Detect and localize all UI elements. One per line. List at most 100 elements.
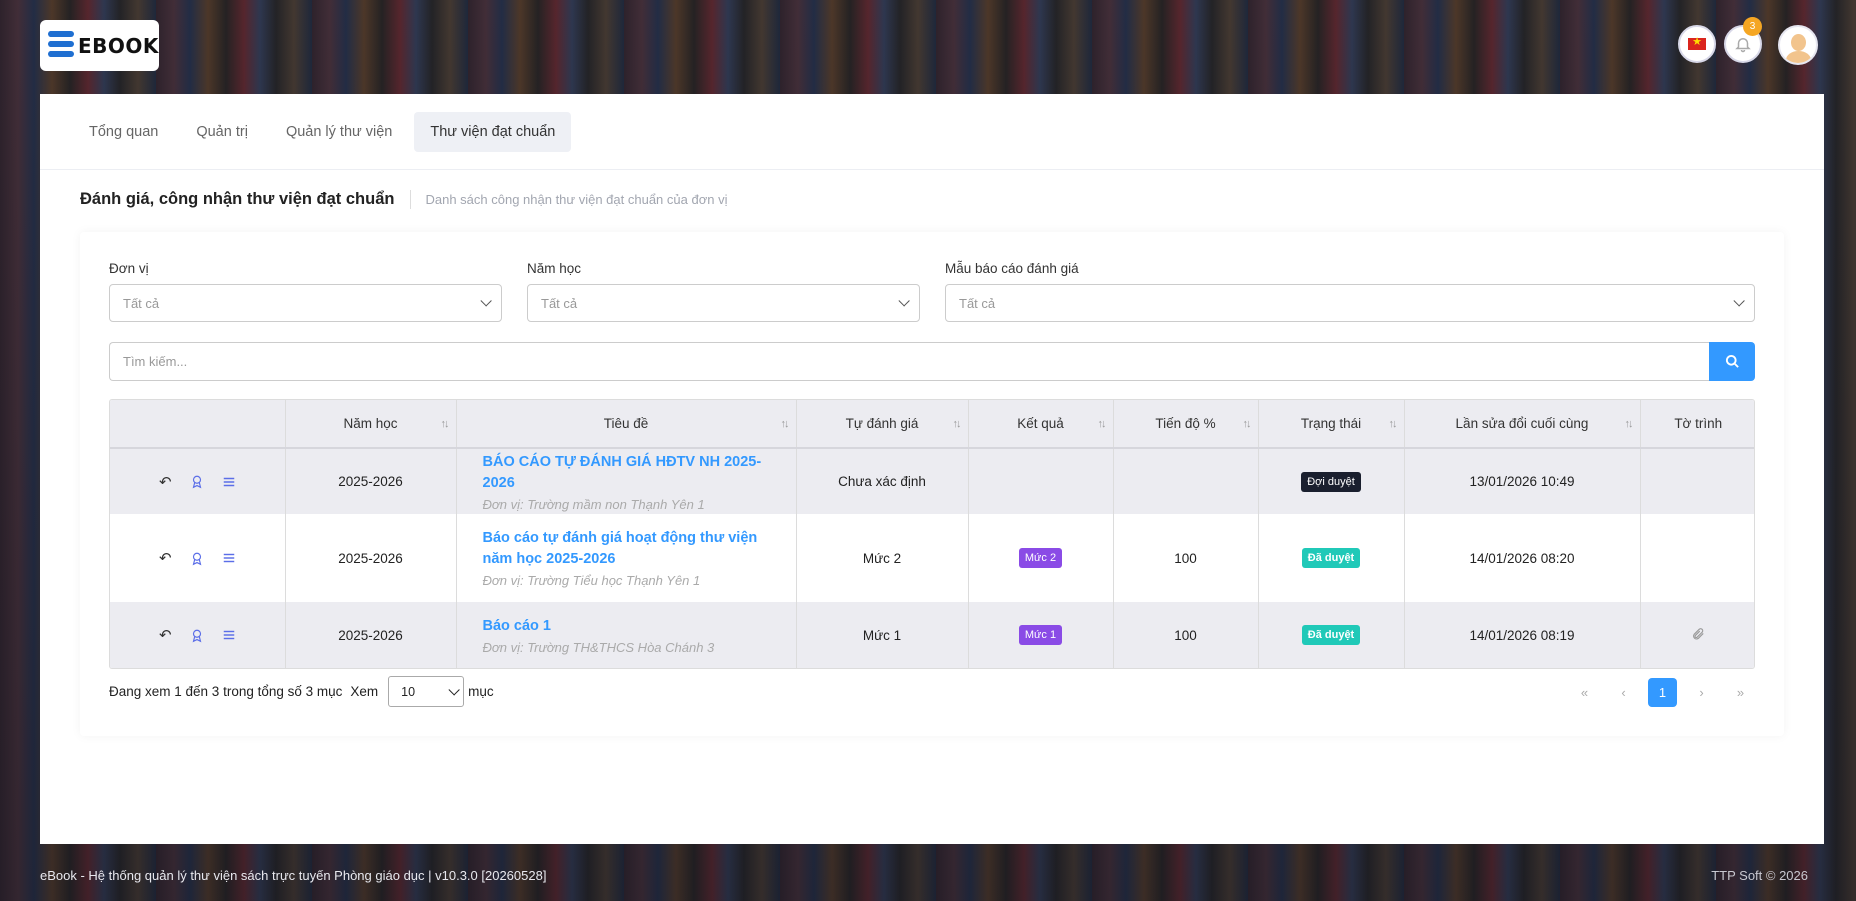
attachment-icon[interactable] — [1691, 627, 1705, 641]
cell-self-eval: Chưa xác định — [796, 448, 969, 514]
search-input[interactable] — [109, 342, 1709, 381]
report-unit: Đơn vị: Trường Tiểu học Thạnh Yên 1 — [482, 573, 701, 588]
cell-progress — [1113, 448, 1259, 514]
cell-self-eval: Mức 1 — [796, 602, 969, 668]
year-select[interactable]: Tất cả — [527, 284, 920, 322]
tab-admin[interactable]: Quản trị — [180, 112, 264, 152]
unit-select[interactable]: Tất cả — [109, 284, 502, 322]
unit-filter: Đơn vị Tất cả — [109, 261, 502, 322]
col-modified[interactable]: Lần sửa đổi cuối cùng ↑↓ — [1404, 400, 1641, 449]
unit-filter-label: Đơn vị — [109, 261, 149, 276]
prev-page-button[interactable]: ‹ — [1609, 678, 1638, 707]
notification-button[interactable]: 3 — [1724, 17, 1762, 63]
report-title-link[interactable]: BÁO CÁO TỰ ĐÁNH GIÁ HĐTV NH 2025-2026 — [483, 452, 784, 494]
award-icon[interactable] — [190, 474, 204, 489]
table-header-row: Năm học ↑↓ Tiêu đề ↑↓ Tự đánh giá ↑↓ Kết qu… — [110, 400, 1754, 449]
chevron-down-icon — [480, 295, 492, 307]
footer-copyright: TTP Soft © 2026 — [1711, 868, 1808, 883]
menu-icon[interactable] — [222, 628, 236, 642]
report-unit: Đơn vị: Trường mầm non Thạnh Yên 1 — [482, 496, 705, 512]
per-page-select[interactable]: 10 — [388, 676, 465, 707]
logo-mark-icon — [46, 27, 76, 65]
col-year[interactable]: Năm học ↑↓ — [285, 400, 457, 449]
col-status[interactable]: Trạng thái ↑↓ — [1258, 400, 1405, 449]
report-unit: Đơn vị: Trường TH&THCS Hòa Chánh 3 — [482, 639, 715, 655]
template-filter-label: Mẫu báo cáo đánh giá — [945, 261, 1079, 276]
avatar[interactable] — [1778, 25, 1818, 65]
status-badge: Đợi duyệt — [1301, 471, 1361, 492]
list-panel: Đơn vị Tất cả Năm học Tất cả Mẫu báo cáo… — [80, 232, 1784, 736]
year-filter: Năm học Tất cả — [527, 261, 920, 322]
award-icon[interactable] — [190, 628, 204, 643]
cell-year: 2025-2026 — [285, 602, 457, 668]
chevron-down-icon — [1733, 295, 1745, 307]
tab-overview[interactable]: Tổng quan — [73, 112, 174, 152]
reply-icon[interactable]: ↶ — [159, 626, 172, 644]
page-subtitle: Danh sách công nhận thư viện đạt chuẩn c… — [425, 192, 728, 207]
cell-modified: 14/01/2026 08:20 — [1404, 514, 1641, 602]
row-actions: ↶ — [110, 473, 285, 491]
cell-modified: 13/01/2026 10:49 — [1404, 448, 1641, 514]
tab-library-management[interactable]: Quản lý thư viện — [270, 112, 408, 152]
first-page-button[interactable]: « — [1570, 678, 1599, 707]
cell-submission — [1640, 448, 1754, 514]
language-button[interactable] — [1678, 25, 1716, 63]
reply-icon[interactable]: ↶ — [159, 549, 172, 567]
col-result[interactable]: Kết quả ↑↓ — [968, 400, 1114, 449]
pagination: « ‹ 1 › » — [1570, 678, 1755, 707]
status-badge: Đã duyệt — [1301, 548, 1361, 568]
pagination-text: Đang xem 1 đến 3 trong tổng số 3 mục — [109, 684, 343, 699]
year-filter-label: Năm học — [527, 261, 582, 276]
next-page-button[interactable]: › — [1687, 678, 1716, 707]
page-1-button[interactable]: 1 — [1648, 678, 1677, 707]
cell-year: 2025-2026 — [285, 448, 457, 514]
reply-icon[interactable]: ↶ — [159, 473, 172, 491]
table-row: ↶ 2025-2026 Báo cáo 1 Đơn vị: Trường TH&… — [110, 602, 1754, 668]
col-progress[interactable]: Tiến độ % ↑↓ — [1113, 400, 1259, 449]
col-self-eval[interactable]: Tự đánh giá ↑↓ — [796, 400, 969, 449]
report-title-link[interactable]: Báo cáo 1 — [483, 616, 784, 637]
chevron-down-icon — [898, 295, 910, 307]
report-title-link[interactable]: Báo cáo tự đánh giá hoạt động thư viện n… — [483, 528, 784, 570]
row-actions: ↶ — [110, 549, 285, 567]
status-badge: Đã duyệt — [1301, 625, 1361, 645]
row-actions: ↶ — [110, 626, 285, 644]
sort-icon: ↑↓ — [1388, 418, 1398, 430]
tab-standard-library[interactable]: Thư viện đạt chuẩn — [414, 111, 572, 152]
col-title[interactable]: Tiêu đề ↑↓ — [456, 400, 797, 449]
unit-label: mục — [468, 684, 494, 699]
menu-icon[interactable] — [222, 551, 236, 565]
last-page-button[interactable]: » — [1726, 678, 1755, 707]
table-row: ↶ 2025-2026 BÁO CÁO TỰ ĐÁNH GIÁ HĐTV NH … — [110, 448, 1754, 514]
report-table: Năm học ↑↓ Tiêu đề ↑↓ Tự đánh giá ↑↓ Kết qu… — [109, 399, 1755, 669]
logo-text: EBOOK — [78, 33, 159, 58]
cell-self-eval: Mức 2 — [796, 514, 969, 602]
sort-icon: ↑↓ — [952, 418, 962, 430]
sort-icon: ↑↓ — [1097, 418, 1107, 430]
award-icon[interactable] — [190, 551, 204, 566]
page-title: Đánh giá, công nhận thư viện đạt chuẩn — [80, 190, 412, 209]
menu-icon[interactable] — [222, 475, 236, 489]
template-filter: Mẫu báo cáo đánh giá Tất cả — [945, 261, 1755, 322]
search-button[interactable] — [1709, 342, 1755, 381]
cell-submission — [1640, 514, 1754, 602]
chevron-down-icon — [448, 683, 460, 696]
cell-progress: 100 — [1113, 602, 1259, 668]
sort-icon: ↑↓ — [1242, 418, 1252, 430]
show-label: Xem — [350, 684, 379, 699]
cell-modified: 14/01/2026 08:19 — [1404, 602, 1641, 668]
page-header: Đánh giá, công nhận thư viện đạt chuẩn D… — [80, 190, 727, 209]
sort-icon: ↑↓ — [1624, 418, 1634, 430]
notification-count: 3 — [1743, 17, 1762, 36]
main-content: Tổng quan Quản trị Quản lý thư viện Thư … — [40, 94, 1824, 844]
footer-version: eBook - Hệ thống quản lý thư viện sách t… — [40, 868, 547, 883]
sort-icon: ↑↓ — [440, 418, 450, 430]
result-badge: Mức 1 — [1018, 625, 1063, 645]
cell-progress: 100 — [1113, 514, 1259, 602]
col-actions — [110, 400, 286, 449]
col-submission: Tờ trình — [1640, 400, 1754, 449]
template-select[interactable]: Tất cả — [945, 284, 1755, 322]
cell-year: 2025-2026 — [285, 514, 457, 602]
logo[interactable]: EBOOK — [40, 20, 159, 71]
search-icon — [1725, 354, 1739, 368]
